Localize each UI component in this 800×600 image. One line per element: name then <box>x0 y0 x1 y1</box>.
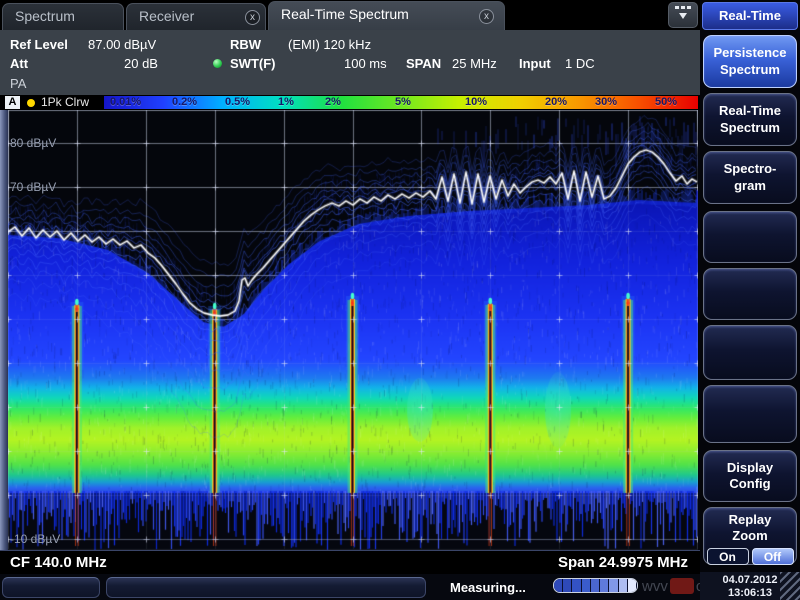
softkey-sidebar: Real-Time Persistence Spectrum Real-Time… <box>700 0 800 600</box>
scale-tick: 5% <box>395 96 411 109</box>
tab-label: Receiver <box>139 8 194 24</box>
softkey-replay-zoom[interactable]: Replay Zoom On Off <box>703 507 797 565</box>
tab-receiver[interactable]: Receiver x <box>126 3 266 30</box>
scale-tick: 0.5% <box>225 96 250 109</box>
softkey-empty-3[interactable] <box>703 325 797 380</box>
close-icon[interactable]: x <box>245 10 260 25</box>
tab-label: Real-Time Spectrum <box>281 6 409 22</box>
corner-grip-icon <box>780 572 800 600</box>
replay-zoom-toggle: On Off <box>707 548 794 565</box>
scale-tick: 1% <box>278 96 294 109</box>
replay-zoom-label: Replay Zoom <box>729 512 772 545</box>
settings-header: Ref Level 87.00 dBµV RBW (EMI) 120 kHz A… <box>0 30 700 95</box>
rbw-label[interactable]: RBW <box>230 37 261 52</box>
softkey-display-config[interactable]: Display Config <box>703 450 797 502</box>
persistence-display <box>8 110 698 550</box>
frequency-footer: CF 140.0 MHz Span 24.9975 MHz <box>0 550 700 574</box>
scale-tick: 30% <box>595 96 617 109</box>
tab-realtime-spectrum[interactable]: Real-Time Spectrum x <box>268 1 505 30</box>
trace-bar: A 1Pk Clrw 0.01% 0.2% 0.5% 1% 2% 5% 10% … <box>0 95 700 110</box>
span-value[interactable]: 25 MHz <box>452 56 497 71</box>
preamp-label: PA <box>10 76 26 91</box>
center-frequency-value[interactable]: CF 140.0 MHz <box>10 554 107 571</box>
amplitude-tick-label: 80 dBµV <box>10 136 56 150</box>
amplitude-tick-label: 70 dBµV <box>10 180 56 194</box>
analyzer-screen: Spectrum Receiver x Real-Time Spectrum x… <box>0 0 800 600</box>
scale-tick: 10% <box>465 96 487 109</box>
scale-tick: 50% <box>655 96 677 109</box>
tab-overview-button[interactable] <box>668 2 698 28</box>
watermark-logo-icon <box>670 578 694 594</box>
att-value[interactable]: 20 dB <box>124 56 158 71</box>
tab-spectrum[interactable]: Spectrum <box>2 3 124 30</box>
amplitude-tick-label: -10 dBµV <box>10 532 60 546</box>
tab-bar: Spectrum Receiver x Real-Time Spectrum x <box>0 0 700 30</box>
softkey-empty-1[interactable] <box>703 211 797 263</box>
ref-level-value[interactable]: 87.00 dBµV <box>88 37 156 52</box>
rbw-value[interactable]: (EMI) 120 kHz <box>288 37 371 52</box>
close-icon[interactable]: x <box>479 9 494 24</box>
toolbar-button-wide[interactable] <box>106 577 426 598</box>
softkey-spectrogram[interactable]: Spectro- gram <box>703 151 797 204</box>
sweep-led-icon <box>213 59 222 68</box>
scale-tick: 0.2% <box>172 96 197 109</box>
scale-tick: 20% <box>545 96 567 109</box>
display-left-border <box>0 110 8 550</box>
swt-label[interactable]: SWT(F) <box>230 56 275 71</box>
softkey-persistence-spectrum[interactable]: Persistence Spectrum <box>703 35 797 88</box>
window-badge: A <box>5 96 20 109</box>
swt-value[interactable]: 100 ms <box>344 56 387 71</box>
persistence-graph: 80 dBµV 70 dBµV -10 dBµV <box>8 110 698 550</box>
ref-level-label[interactable]: Ref Level <box>10 37 68 52</box>
toolbar-button-left[interactable] <box>2 577 100 598</box>
density-color-scale: 0.01% 0.2% 0.5% 1% 2% 5% 10% 20% 30% 50% <box>104 96 698 109</box>
trace-color-icon <box>27 99 35 107</box>
datetime-panel: 04.07.2012 13:06:13 <box>700 572 800 600</box>
scale-tick: 2% <box>325 96 341 109</box>
tab-label: Spectrum <box>15 8 75 24</box>
sweep-progress-bar <box>553 578 638 593</box>
softkey-empty-2[interactable] <box>703 268 797 320</box>
scale-tick: 0.01% <box>110 96 141 109</box>
trace-mode-label[interactable]: 1Pk Clrw <box>41 95 89 110</box>
input-value[interactable]: 1 DC <box>565 56 595 71</box>
span-label[interactable]: SPAN <box>406 56 441 71</box>
tab-grid-icon <box>673 3 693 23</box>
softkey-realtime-spectrum[interactable]: Real-Time Spectrum <box>703 93 797 146</box>
input-label[interactable]: Input <box>519 56 551 71</box>
softkey-empty-4[interactable] <box>703 385 797 443</box>
status-bar: Measuring... wvvcentronic <box>0 574 700 600</box>
replay-zoom-on-button[interactable]: On <box>707 548 749 565</box>
replay-zoom-off-button[interactable]: Off <box>752 548 794 565</box>
softkey-menu-title: Real-Time <box>702 2 798 30</box>
span-frequency-value[interactable]: Span 24.9975 MHz <box>558 554 688 571</box>
measuring-status: Measuring... <box>450 580 526 595</box>
att-label[interactable]: Att <box>10 56 28 71</box>
